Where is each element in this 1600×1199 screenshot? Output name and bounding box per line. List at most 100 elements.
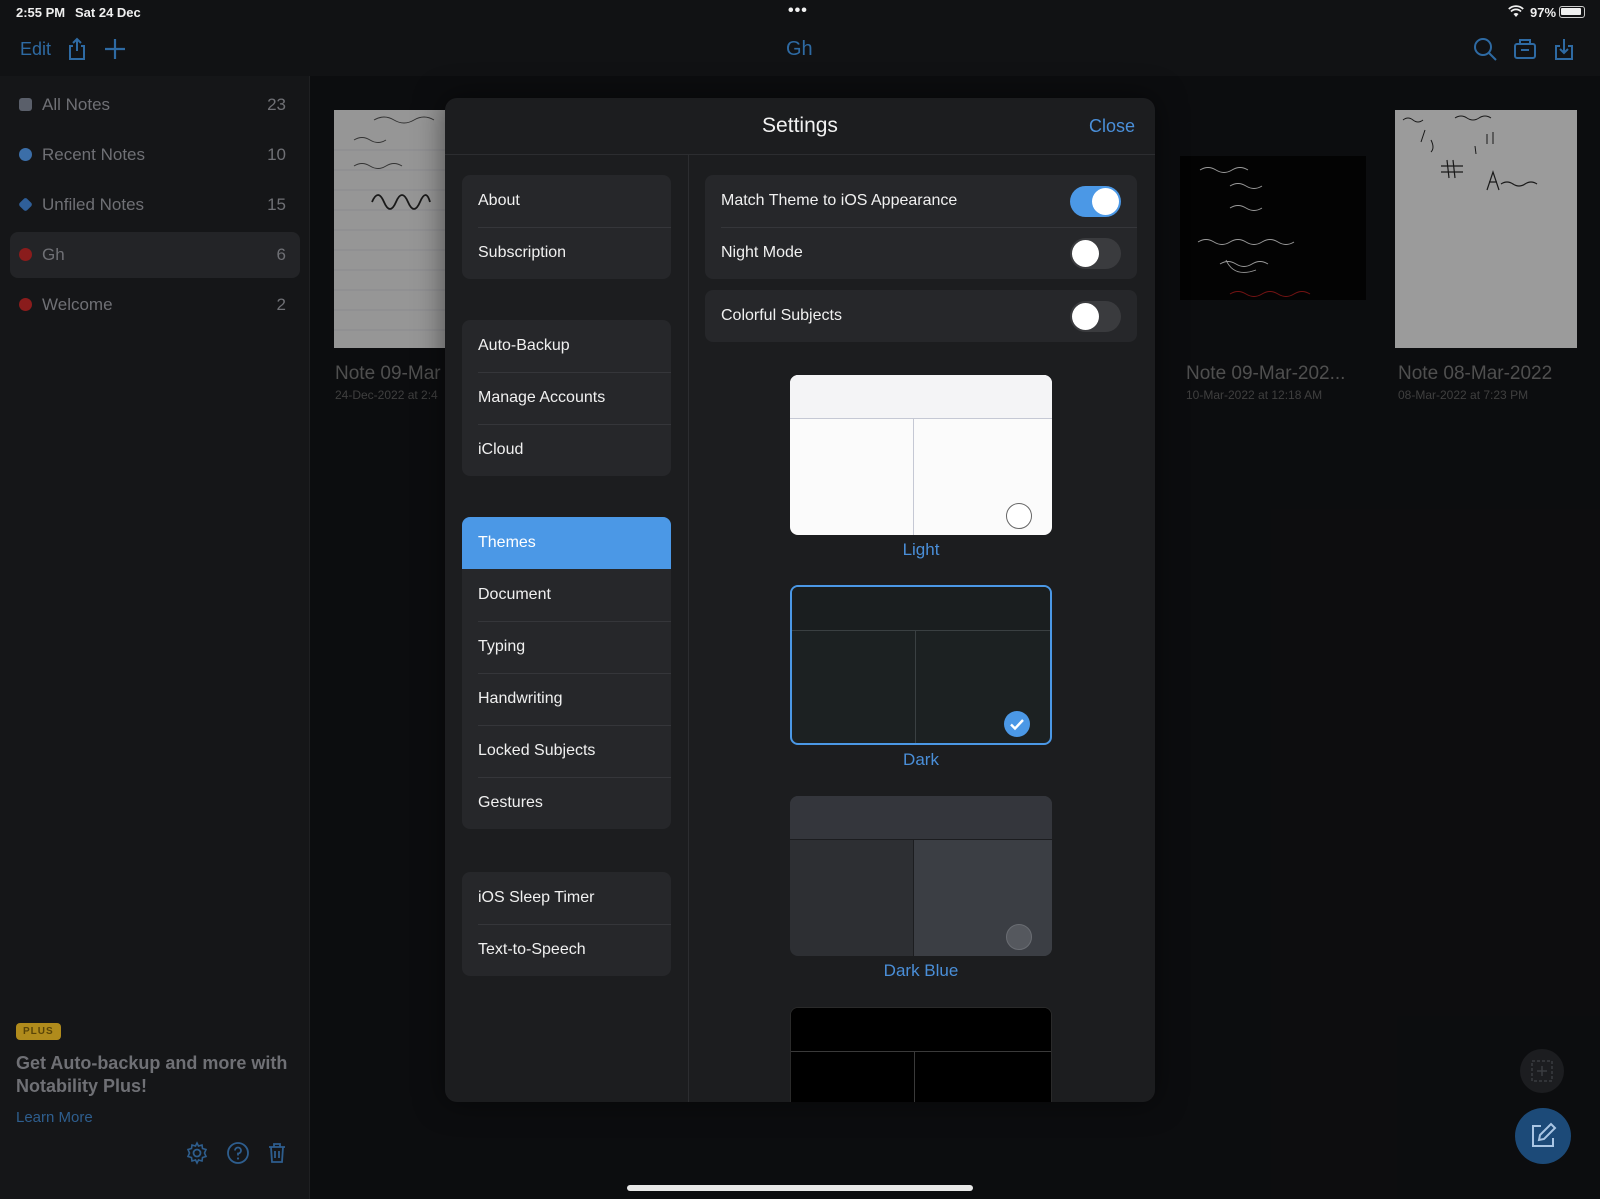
theme-preview-divider — [790, 418, 1052, 419]
new-note-button[interactable] — [1515, 1108, 1571, 1164]
battery-icon — [1559, 6, 1585, 18]
menu-item-manage-accounts[interactable]: Manage Accounts — [462, 372, 671, 424]
all-notes-icon — [19, 98, 32, 111]
theme-preview-toolbar — [790, 796, 1052, 839]
close-button[interactable]: Close — [1089, 116, 1135, 137]
sidebar-item-label: Gh — [42, 245, 65, 264]
menu-item-locked-subjects[interactable]: Locked Subjects — [462, 725, 671, 777]
match-theme-row: Match Theme to iOS Appearance — [705, 175, 1137, 227]
menu-item-label: Document — [478, 586, 551, 603]
sidebar-item-welcome[interactable]: Welcome 2 — [10, 282, 300, 328]
top-navigation-bar: Edit Gh — [0, 28, 1600, 72]
menu-item-themes[interactable]: Themes — [462, 517, 671, 569]
stack-icon — [18, 197, 33, 212]
menu-group-backup: Auto-Backup Manage Accounts iCloud — [462, 320, 671, 476]
toggle-knob — [1092, 188, 1119, 215]
menu-item-subscription[interactable]: Subscription — [462, 227, 671, 279]
theme-option-light[interactable] — [790, 375, 1052, 535]
home-indicator[interactable] — [627, 1185, 973, 1191]
subject-color-dot — [19, 248, 32, 261]
menu-item-icloud[interactable]: iCloud — [462, 424, 671, 476]
match-theme-toggle[interactable] — [1070, 186, 1121, 217]
match-theme-label: Match Theme to iOS Appearance — [721, 192, 958, 209]
clock-icon — [19, 148, 32, 161]
menu-item-label: Text-to-Speech — [478, 941, 586, 958]
status-time: 2:55 PM — [16, 5, 66, 20]
theme-label-dark: Dark — [903, 750, 939, 769]
menu-item-document[interactable]: Document — [462, 569, 671, 621]
sidebar-item-gh[interactable]: Gh 6 — [10, 232, 300, 278]
colorful-subjects-toggle[interactable] — [1070, 301, 1121, 332]
search-icon[interactable] — [1472, 36, 1498, 62]
sidebar-item-recent-notes[interactable]: Recent Notes 10 — [10, 132, 300, 178]
radio-unselected-icon — [1006, 503, 1032, 529]
sidebar-item-label: Welcome — [42, 295, 113, 314]
menu-group-preferences: Themes Document Typing Handwriting Locke… — [462, 517, 671, 829]
sidebar-item-count: 23 — [267, 95, 286, 114]
sidebar-item-all-notes[interactable]: All Notes 23 — [10, 82, 300, 128]
sidebar-item-count: 10 — [267, 145, 286, 164]
sidebar-item-label: Recent Notes — [42, 145, 145, 164]
import-icon[interactable] — [1551, 36, 1577, 62]
menu-item-label: Auto-Backup — [478, 337, 570, 354]
menu-item-handwriting[interactable]: Handwriting — [462, 673, 671, 725]
settings-modal: Settings Close About Subscription Auto-B… — [445, 98, 1155, 1102]
theme-label-light: Light — [902, 540, 940, 559]
sidebar-item-label: Unfiled Notes — [42, 195, 145, 214]
select-button[interactable] — [1520, 1049, 1564, 1093]
theme-preview-divider — [791, 1051, 1051, 1052]
menu-item-label: About — [478, 192, 520, 209]
theme-preview-toolbar — [790, 375, 1052, 418]
menu-item-label: Typing — [478, 638, 526, 655]
menu-item-label: Themes — [478, 534, 536, 551]
theme-option-black[interactable] — [790, 1007, 1052, 1102]
theme-option-dark[interactable] — [790, 585, 1052, 745]
plus-badge: PLUS — [16, 1023, 61, 1040]
theme-preview-divider — [915, 630, 916, 743]
status-date: Sat 24 Dec — [75, 5, 141, 20]
menu-item-text-to-speech[interactable]: Text-to-Speech — [462, 924, 671, 976]
menu-item-label: Manage Accounts — [478, 389, 606, 406]
toggle-knob — [1072, 303, 1099, 330]
sidebar-item-count: 15 — [267, 195, 286, 214]
menu-item-ios-sleep-timer[interactable]: iOS Sleep Timer — [462, 872, 671, 924]
menu-item-label: Locked Subjects — [478, 742, 596, 759]
modal-header: Settings Close — [445, 98, 1155, 155]
theme-preview-divider — [792, 630, 1050, 631]
help-icon[interactable] — [226, 1141, 250, 1165]
night-mode-toggle[interactable] — [1070, 238, 1121, 269]
sidebar-item-count: 6 — [276, 245, 286, 264]
status-bar: 2:55 PM Sat 24 Dec ••• 97% — [0, 0, 1600, 24]
edit-button[interactable]: Edit — [20, 39, 51, 60]
theme-preview-divider — [913, 418, 914, 535]
appearance-toggle-group: Match Theme to iOS Appearance Night Mode — [705, 175, 1137, 279]
theme-label-dark-blue: Dark Blue — [883, 961, 959, 980]
menu-item-auto-backup[interactable]: Auto-Backup — [462, 320, 671, 372]
trash-icon[interactable] — [265, 1141, 289, 1165]
page-title: Gh — [786, 38, 813, 60]
night-mode-row: Night Mode — [705, 227, 1137, 279]
gear-icon[interactable] — [185, 1141, 209, 1165]
colorful-subjects-label: Colorful Subjects — [721, 307, 842, 324]
sidebar-item-unfiled-notes[interactable]: Unfiled Notes 15 — [10, 182, 300, 228]
share-icon[interactable] — [64, 36, 90, 62]
menu-item-label: iCloud — [478, 441, 524, 458]
select-icon — [1531, 1060, 1553, 1082]
menu-item-about[interactable]: About — [462, 175, 671, 227]
archive-icon[interactable] — [1512, 36, 1538, 62]
menu-group-accessibility: iOS Sleep Timer Text-to-Speech — [462, 872, 671, 976]
multitasking-dots[interactable]: ••• — [788, 2, 808, 20]
theme-option-dark-blue[interactable] — [790, 796, 1052, 956]
menu-item-gestures[interactable]: Gestures — [462, 777, 671, 829]
battery-percent: 97% — [1530, 5, 1557, 20]
menu-item-typing[interactable]: Typing — [462, 621, 671, 673]
checkmark-icon — [1004, 711, 1030, 737]
add-icon[interactable] — [102, 36, 128, 62]
menu-item-label: iOS Sleep Timer — [478, 889, 595, 906]
menu-item-label: Handwriting — [478, 690, 563, 707]
night-mode-label: Night Mode — [721, 244, 803, 261]
learn-more-link[interactable]: Learn More — [16, 1109, 93, 1126]
theme-preview-toolbar — [792, 587, 1050, 630]
toggle-knob — [1072, 240, 1099, 267]
menu-item-label: Subscription — [478, 244, 567, 261]
